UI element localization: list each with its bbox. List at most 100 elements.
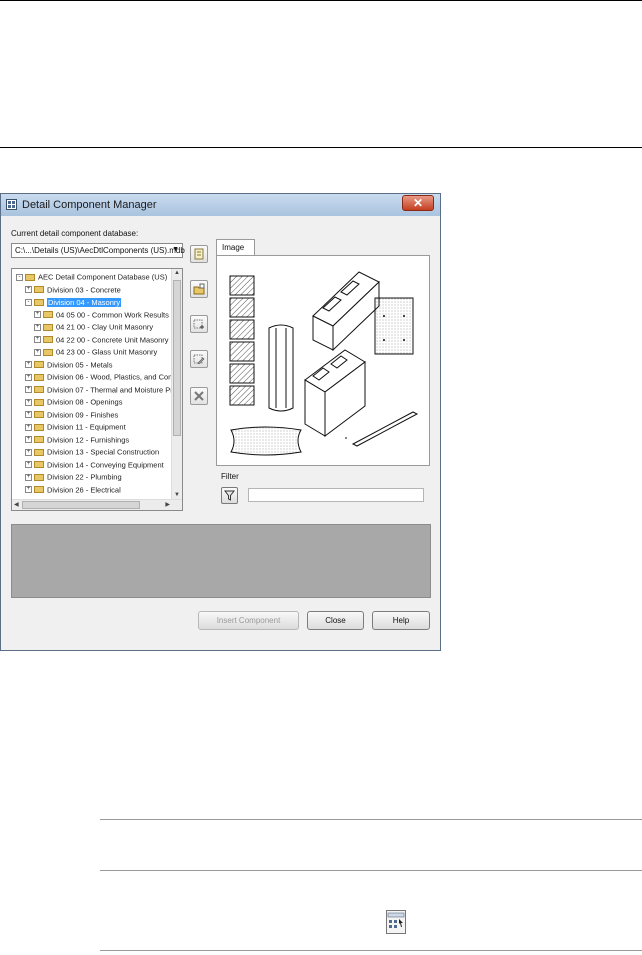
folder-icon	[34, 461, 44, 469]
vertical-scroll-thumb[interactable]	[173, 280, 181, 436]
chevron-down-icon[interactable]: ▼	[172, 246, 179, 253]
folder-icon	[34, 386, 44, 394]
tree-item-label: Division 04 - Masonry	[47, 297, 122, 307]
tree-item[interactable]: +04 23 00 - Glass Unit Masonry	[34, 347, 157, 359]
delete-button[interactable]	[190, 387, 208, 405]
tree-item[interactable]: - AEC Detail Component Database (US)	[16, 272, 167, 284]
folder-icon	[43, 336, 53, 344]
open-database-button[interactable]	[190, 280, 208, 298]
horizontal-scrollbar[interactable]: ◀ ▶	[12, 499, 182, 510]
tree-item-label: Division 12 - Furnishings	[47, 435, 130, 445]
tree-item[interactable]: + Division 11 - Equipment	[25, 422, 126, 434]
channel-post-drawing	[268, 324, 294, 412]
expand-icon[interactable]: +	[25, 411, 32, 419]
tree-item-label: Division 09 - Finishes	[47, 410, 119, 420]
app-icon	[6, 199, 17, 210]
brick-column-drawing	[229, 275, 255, 406]
filter-label: Filter	[221, 472, 239, 481]
horizontal-scroll-thumb[interactable]	[22, 501, 140, 509]
detail-component-manager-dialog: Detail Component Manager ✕ Current detai…	[0, 193, 441, 651]
close-button[interactable]: Close	[307, 611, 364, 630]
tab-image-label: Image	[222, 243, 245, 252]
scroll-up-icon[interactable]: ▲	[174, 270, 180, 276]
expand-icon[interactable]: +	[34, 336, 41, 344]
angle-bar-drawing	[345, 411, 419, 447]
stone-panel-drawing	[374, 297, 414, 355]
expand-icon[interactable]: +	[25, 448, 32, 456]
tab-image[interactable]: Image	[216, 239, 255, 256]
close-window-button[interactable]: ✕	[402, 195, 434, 211]
tree-item[interactable]: - Division 04 - Masonry	[25, 297, 122, 309]
expand-icon[interactable]: +	[34, 348, 41, 356]
collapse-icon[interactable]: -	[25, 298, 32, 306]
expand-icon[interactable]: +	[25, 361, 32, 369]
folder-icon	[34, 448, 44, 456]
tree-item[interactable]: +04 21 00 - Clay Unit Masonry	[34, 322, 153, 334]
folder-icon	[25, 273, 35, 281]
tree-item[interactable]: + Division 03 - Concrete	[25, 285, 121, 297]
tree-item[interactable]: + Division 14 - Conveying Equipment	[25, 460, 164, 472]
help-button[interactable]: Help	[372, 611, 430, 630]
title-bar: Detail Component Manager ✕	[1, 194, 440, 216]
expand-icon[interactable]: +	[25, 486, 32, 494]
tree-item-label: 04 05 00 - Common Work Results f	[56, 310, 173, 320]
folder-icon	[34, 361, 44, 369]
tree-item[interactable]: + Division 06 - Wood, Plastics, and Comp	[25, 372, 179, 384]
expand-icon[interactable]: +	[25, 286, 32, 294]
expand-icon[interactable]: +	[34, 311, 41, 319]
edit-component-button[interactable]	[190, 350, 208, 368]
folder-icon	[43, 311, 53, 319]
collapse-icon[interactable]: -	[16, 273, 23, 281]
open-database-icon	[193, 283, 205, 295]
tree-item-label: AEC Detail Component Database (US)	[38, 272, 168, 282]
tree-item[interactable]: +04 22 00 - Concrete Unit Masonry	[34, 335, 169, 347]
tree-item-label: 04 23 00 - Glass Unit Masonry	[56, 347, 158, 357]
tree-item[interactable]: + Division 07 - Thermal and Moisture Prot	[25, 385, 179, 397]
tree-item[interactable]: + Division 26 - Electrical	[25, 485, 121, 497]
new-group-button[interactable]	[190, 315, 208, 333]
funnel-icon	[223, 490, 236, 501]
tree-item[interactable]: +04 05 00 - Common Work Results f	[34, 310, 173, 322]
filter-input[interactable]	[248, 488, 424, 502]
tree-item-label: 04 21 00 - Clay Unit Masonry	[56, 322, 154, 332]
tree-item[interactable]: + Division 12 - Furnishings	[25, 435, 129, 447]
tree-item-label: Division 03 - Concrete	[47, 285, 121, 295]
tree-item[interactable]: + Division 05 - Metals	[25, 360, 112, 372]
folder-icon	[34, 486, 44, 494]
folder-icon	[43, 323, 53, 331]
tree-item[interactable]: + Division 22 - Plumbing	[25, 472, 122, 484]
folder-icon	[34, 398, 44, 406]
tree-item[interactable]: + Division 13 - Special Construction	[25, 447, 159, 459]
folder-icon	[34, 473, 44, 481]
tree-item-label: 04 22 00 - Concrete Unit Masonry	[56, 335, 169, 345]
edit-component-icon	[193, 354, 205, 365]
expand-icon[interactable]: +	[25, 373, 32, 381]
expand-icon[interactable]: +	[25, 398, 32, 406]
insert-component-button[interactable]: Insert Component	[198, 611, 299, 630]
filter-button[interactable]	[221, 487, 238, 504]
database-label: Current detail component database:	[11, 229, 139, 238]
component-tree[interactable]: - AEC Detail Component Database (US) + Divi…	[11, 268, 183, 511]
scroll-right-icon[interactable]: ▶	[165, 501, 170, 508]
section-rule	[0, 147, 642, 148]
tree-item-label: Division 26 - Electrical	[47, 485, 121, 495]
expand-icon[interactable]: +	[25, 436, 32, 444]
expand-icon[interactable]: +	[25, 473, 32, 481]
new-database-button[interactable]	[190, 245, 208, 263]
expand-icon[interactable]: +	[25, 423, 32, 431]
tree-item-label: Division 06 - Wood, Plastics, and Comp	[47, 372, 179, 382]
folder-icon	[34, 286, 44, 294]
expand-icon[interactable]: +	[34, 323, 41, 331]
expand-icon[interactable]: +	[25, 386, 32, 394]
tree-item[interactable]: + Division 09 - Finishes	[25, 410, 118, 422]
folder-icon	[34, 373, 44, 381]
folder-icon	[34, 436, 44, 444]
scroll-down-icon[interactable]: ▼	[174, 492, 180, 498]
tree-item[interactable]: + Division 08 - Openings	[25, 397, 122, 409]
database-select[interactable]: C:\...\Details (US)\AecDtlComponents (US…	[11, 243, 185, 258]
folder-icon	[34, 298, 44, 306]
component-preview-image	[229, 271, 419, 456]
expand-icon[interactable]: +	[25, 461, 32, 469]
scroll-left-icon[interactable]: ◀	[14, 501, 19, 508]
vertical-scrollbar[interactable]: ▲ ▼	[171, 269, 182, 510]
